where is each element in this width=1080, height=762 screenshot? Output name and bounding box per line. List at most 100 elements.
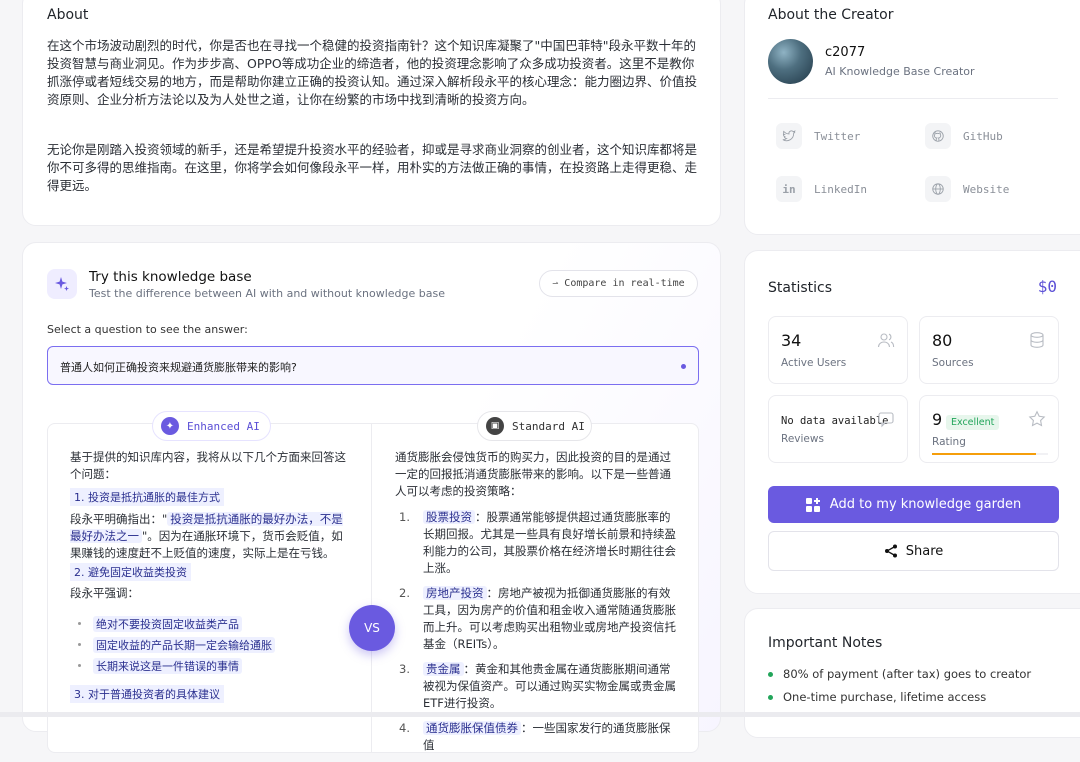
- rating-bar-track: [932, 453, 1048, 455]
- standard-list-item: 4. 通货膨胀保值债券 ：一些国家发行的通货膨胀保值: [399, 720, 677, 754]
- stat-reviews: No data available Reviews: [768, 395, 908, 463]
- enhanced-heading-1: 1. 投资是抵抗通胀的最佳方式: [70, 488, 224, 506]
- statistics-title: Statistics: [768, 280, 832, 296]
- grid-plus-icon: [805, 497, 820, 512]
- notes-title: Important Notes: [768, 635, 883, 651]
- users-icon: [877, 333, 895, 348]
- list-title: 通货膨胀保值债券: [423, 721, 521, 735]
- compare-button[interactable]: ⇀ Compare in real-time: [539, 270, 698, 297]
- try-title: Try this knowledge base: [89, 269, 252, 285]
- sparkle-icon: [47, 269, 77, 299]
- sources-label: Sources: [932, 357, 974, 369]
- linkedin-label: LinkedIn: [814, 182, 867, 196]
- twitter-label: Twitter: [814, 129, 861, 143]
- standard-list: 1. 股票投资 ：股票通常能够提供超过通货膨胀率的长期回报。尤其是一些具有良好增长前…: [399, 509, 677, 762]
- active-users-label: Active Users: [781, 357, 847, 369]
- about-paragraph-2: 无论你是刚踏入投资领域的新手，还是希望提升投资水平的经验者，抑或是寻求商业洞察的…: [47, 142, 698, 193]
- about-paragraph-1: 在这个市场波动剧烈的时代，你是否也在寻找一个稳健的投资指南针？这个知识库凝聚了"…: [47, 38, 698, 107]
- enhanced-paragraph-2: 段永平强调：: [70, 586, 139, 600]
- linkedin-link[interactable]: in LinkedIn: [776, 176, 867, 202]
- add-to-garden-button[interactable]: Add to my knowledge garden: [768, 486, 1059, 523]
- rating-value: 9: [932, 410, 943, 429]
- note-dot-icon: [768, 694, 773, 700]
- reviews-label: Reviews: [781, 433, 824, 445]
- about-title: About: [47, 7, 89, 23]
- sources-value: 80: [932, 331, 953, 350]
- standard-list-item: 3. 贵金属 ：黄金和其他贵金属在通货膨胀期间通常被视为保值资产。可以通过购买实物金…: [399, 661, 677, 712]
- rating-badge: Excellent: [946, 415, 1000, 430]
- creator-role: AI Knowledge Base Creator: [825, 65, 975, 78]
- try-subtitle: Test the difference between AI with and …: [89, 287, 445, 300]
- active-users-value: 34: [781, 331, 802, 350]
- bullet-item: 长期来说这是一件错误的事情: [78, 655, 275, 676]
- standard-list-item: 1. 股票投资 ：股票通常能够提供超过通货膨胀率的长期回报。尤其是一些具有良好增长前…: [399, 509, 677, 577]
- twitter-link[interactable]: Twitter: [776, 123, 860, 149]
- creator-divider: [768, 98, 1058, 99]
- selected-dot-icon: [681, 364, 686, 369]
- message-icon: [878, 412, 894, 428]
- github-link[interactable]: GitHub: [925, 123, 1003, 149]
- robot-icon: ▣: [486, 417, 504, 435]
- list-text: 贵金属 ：黄金和其他贵金属在通货膨胀期间通常被视为保值资产。可以通过购买实物金属或…: [423, 661, 677, 712]
- p1-pre: 段永平明确指出：": [70, 512, 168, 526]
- enhanced-bullets: 绝对不要投资固定收益类产品 固定收益的产品长期一定会输给通胀 长期来说这是一件错…: [78, 613, 275, 676]
- list-number: 2.: [399, 586, 410, 600]
- question-select[interactable]: 普通人如何正确投资来规避通货膨胀带来的影响?: [47, 346, 699, 385]
- standard-intro: 通货膨胀会侵蚀货币的购买力，因此投资的目的是通过一定的回报抵消通货膨胀带来的影响…: [395, 450, 671, 498]
- bullet-item: 绝对不要投资固定收益类产品: [78, 613, 275, 634]
- database-icon: [1030, 332, 1044, 348]
- bottom-border: [0, 712, 1080, 717]
- panel-divider: [371, 423, 372, 753]
- bullet-item: 固定收益的产品长期一定会输给通胀: [78, 634, 275, 655]
- list-text: 房地产投资 ：房地产被视为抵御通货膨胀的有效工具，因为房产的价值和租金收入通常随通…: [423, 585, 677, 653]
- website-link[interactable]: Website: [925, 176, 1009, 202]
- note-dot-icon: [768, 671, 773, 677]
- compare-icon: ⇀: [552, 278, 559, 289]
- share-icon: [884, 544, 897, 558]
- stat-rating: 9 Excellent Rating: [919, 395, 1059, 463]
- list-text: 通货膨胀保值债券 ：一些国家发行的通货膨胀保值: [423, 720, 677, 754]
- list-number: 4.: [399, 721, 410, 735]
- notes-card: Important Notes 80% of payment (after ta…: [744, 608, 1080, 738]
- standard-ai-label: Standard AI: [512, 419, 585, 433]
- standard-ai-badge: ▣ Standard AI: [477, 411, 592, 441]
- creator-card: About the Creator c2077 AI Knowledge Bas…: [744, 0, 1080, 235]
- standard-list-item: 2. 房地产投资 ：房地产被视为抵御通货膨胀的有效工具，因为房产的价值和租金收入通常…: [399, 585, 677, 653]
- list-title: 贵金属: [423, 662, 464, 676]
- list-number: 1.: [399, 510, 410, 524]
- globe-icon: [925, 176, 951, 202]
- price: $0: [1037, 277, 1057, 296]
- twitter-icon: [776, 123, 802, 149]
- about-card: About 在这个市场波动剧烈的时代，你是否也在寻找一个稳健的投资指南针？这个知…: [22, 0, 721, 226]
- avatar: [768, 39, 813, 84]
- vs-badge: VS: [349, 605, 395, 651]
- creator-section-title: About the Creator: [768, 7, 894, 23]
- enhanced-ai-label: Enhanced AI: [187, 419, 260, 433]
- select-label: Select a question to see the answer:: [47, 323, 248, 336]
- statistics-card: Statistics $0 34 Active Users 80 Sources…: [744, 250, 1080, 594]
- note-item: 80% of payment (after tax) goes to creat…: [768, 667, 1031, 681]
- try-card: Try this knowledge base Test the differe…: [22, 242, 721, 753]
- enhanced-ai-badge: ✦ Enhanced AI: [152, 411, 271, 441]
- list-title: 房地产投资: [423, 586, 487, 600]
- enhanced-paragraph-1: 段永平明确指出：" 投资是抵抗通胀的最好办法，不是最好办法之一 "。因为在通胀环境下…: [70, 511, 350, 562]
- rating-label: Rating: [932, 436, 966, 448]
- list-text: 股票投资 ：股票通常能够提供超过通货膨胀率的长期回报。尤其是一些具有良好增长前景和…: [423, 509, 677, 577]
- reviews-value: No data available: [781, 415, 889, 427]
- star-icon: [1028, 410, 1046, 427]
- stat-active-users: 34 Active Users: [768, 316, 908, 384]
- enhanced-heading-3: 3. 对于普通投资者的具体建议: [70, 685, 224, 703]
- enhanced-heading-2: 2. 避免固定收益类投资: [70, 563, 191, 581]
- creator-name: c2077: [825, 45, 866, 60]
- question-text: 普通人如何正确投资来规避通货膨胀带来的影响?: [60, 361, 297, 374]
- note-item: One-time purchase, lifetime access: [768, 690, 986, 704]
- list-number: 3.: [399, 662, 410, 676]
- compare-label: Compare in real-time: [564, 278, 685, 289]
- stat-sources: 80 Sources: [919, 316, 1059, 384]
- website-label: Website: [963, 182, 1010, 196]
- linkedin-icon: in: [776, 176, 802, 202]
- share-button[interactable]: Share: [768, 531, 1059, 571]
- github-label: GitHub: [963, 129, 1003, 143]
- add-button-label: Add to my knowledge garden: [829, 497, 1022, 512]
- list-title: 股票投资: [423, 510, 475, 524]
